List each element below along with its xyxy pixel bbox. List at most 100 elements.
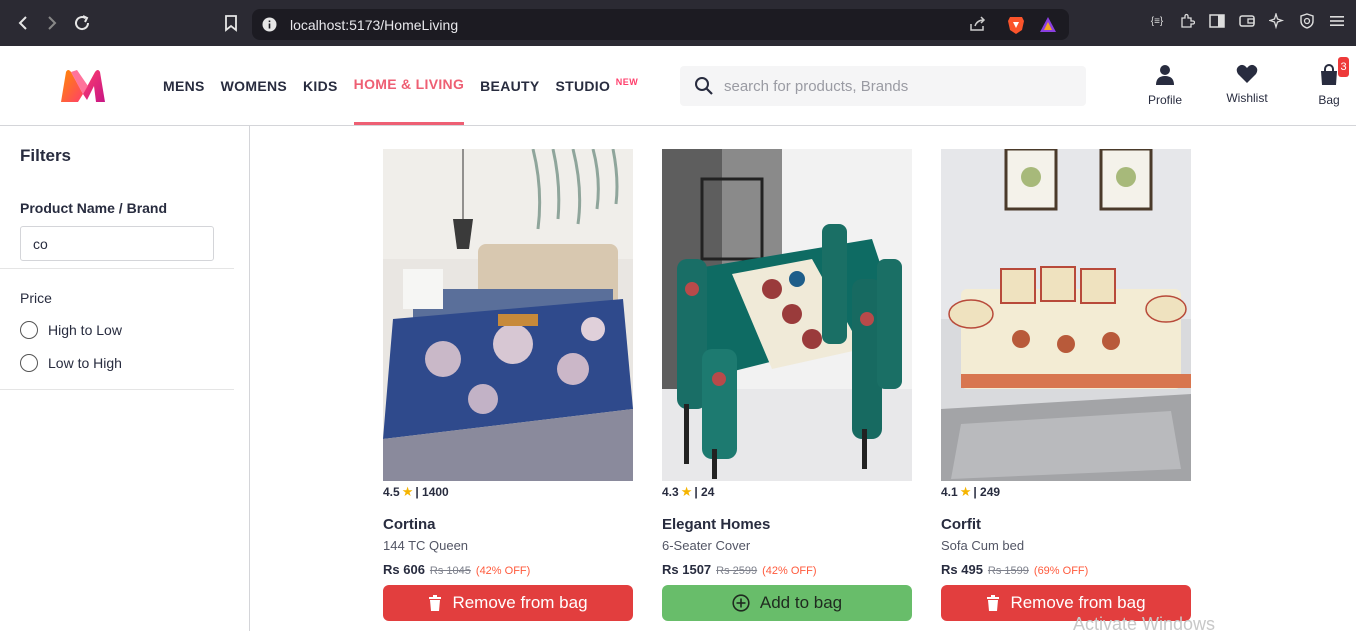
new-badge: NEW xyxy=(615,77,639,87)
current-price: Rs 1507 xyxy=(662,562,712,577)
nav-beauty-label: BEAUTY xyxy=(480,77,540,94)
product-image[interactable] xyxy=(941,149,1191,481)
price-high-to-low-option[interactable]: High to Low xyxy=(20,321,122,339)
back-icon[interactable] xyxy=(8,8,38,38)
nav-mens[interactable]: MENS xyxy=(163,46,205,125)
product-description: Sofa Cum bed xyxy=(941,538,1025,553)
original-price: Rs 1045 xyxy=(429,565,471,577)
forward-icon[interactable] xyxy=(37,8,67,38)
url-text: localhost:5173/HomeLiving xyxy=(290,16,459,33)
filters-title: Filters xyxy=(20,146,72,165)
add-to-bag-button[interactable]: Add to bag xyxy=(662,585,912,621)
nav-mens-label: MENS xyxy=(163,77,205,94)
search-icon[interactable] xyxy=(694,76,714,96)
bag-button[interactable]: 3 Bag xyxy=(1288,57,1356,107)
bag-count-badge: 3 xyxy=(1338,57,1349,77)
product-image[interactable] xyxy=(383,149,633,481)
product-price: Rs 1507 Rs 2599 (42% OFF) xyxy=(662,562,912,577)
nav-womens-label: WOMENS xyxy=(220,77,288,94)
product-description: 6-Seater Cover xyxy=(662,538,751,553)
star-icon: ★ xyxy=(401,484,414,499)
search-bar xyxy=(680,66,1086,106)
button-label: Remove from bag xyxy=(1010,593,1146,612)
product-card[interactable]: 4.1 ★ | 249 Corfit Sofa Cum bed Rs 495 R… xyxy=(941,149,1191,621)
address-bar[interactable]: localhost:5173/HomeLiving xyxy=(252,9,1069,40)
nav-home-living[interactable]: HOME & LIVING xyxy=(353,46,465,125)
bag-label: Bag xyxy=(1318,93,1340,107)
product-card[interactable]: 4.5 ★ | 1400 Cortina 144 TC Queen Rs 606… xyxy=(383,149,633,621)
rating-value: 4.1 xyxy=(941,485,958,499)
share-icon[interactable] xyxy=(969,16,987,37)
product-price: Rs 495 Rs 1599 (69% OFF) xyxy=(941,562,1191,577)
wishlist-button[interactable]: Wishlist xyxy=(1206,64,1288,107)
button-label: Add to bag xyxy=(759,593,843,612)
windows-watermark: Activate Windows xyxy=(1073,614,1216,634)
extensions-icon[interactable] xyxy=(1178,12,1196,30)
price-option-label: High to Low xyxy=(48,322,122,338)
wishlist-label: Wishlist xyxy=(1226,91,1268,105)
bookmark-icon[interactable] xyxy=(216,8,246,38)
leo-ai-icon[interactable] xyxy=(1268,12,1286,30)
product-description: 144 TC Queen xyxy=(383,538,469,553)
profile-button[interactable]: Profile xyxy=(1124,64,1206,107)
profile-label: Profile xyxy=(1147,93,1182,107)
remove-from-bag-button[interactable]: Remove from bag xyxy=(383,585,633,621)
vpn-icon[interactable] xyxy=(1298,12,1316,30)
current-price: Rs 606 xyxy=(383,562,425,577)
rating-count: | 24 xyxy=(694,485,715,499)
reload-icon[interactable] xyxy=(67,8,97,38)
rating: 4.3 ★ | 24 xyxy=(662,484,912,499)
extension-bar: {≡} xyxy=(1148,12,1346,30)
plus-circle-icon xyxy=(732,594,750,612)
filters-sidebar: Filters Product Name / Brand Price High … xyxy=(0,126,250,631)
rating: 4.1 ★ | 249 xyxy=(941,484,1191,499)
rating-count: | 1400 xyxy=(415,485,449,499)
radio-button[interactable] xyxy=(20,321,38,339)
price-low-to-high-option[interactable]: Low to High xyxy=(20,354,122,372)
nav-womens[interactable]: WOMENS xyxy=(221,46,287,125)
rating-count: | 249 xyxy=(973,485,1001,499)
search-input[interactable] xyxy=(724,77,1064,95)
original-price: Rs 1599 xyxy=(987,565,1029,577)
product-name-label: Product Name / Brand xyxy=(20,200,168,216)
sidebar-icon[interactable] xyxy=(1208,12,1226,30)
product-brand: Elegant Homes xyxy=(662,516,771,533)
nav-beauty[interactable]: BEAUTY xyxy=(480,46,539,125)
menu-icon[interactable] xyxy=(1328,12,1346,30)
trash-icon xyxy=(986,595,1000,611)
divider xyxy=(0,389,234,390)
json-viewer-icon[interactable]: {≡} xyxy=(1148,12,1166,30)
divider xyxy=(0,268,234,269)
original-price: Rs 2599 xyxy=(716,565,758,577)
nav-kids-label: KIDS xyxy=(303,77,338,94)
discount: (42% OFF) xyxy=(475,565,531,577)
brave-rewards-icon[interactable] xyxy=(1039,16,1057,38)
product-price: Rs 606 Rs 1045 (42% OFF) xyxy=(383,562,633,577)
info-icon[interactable] xyxy=(262,17,277,37)
nav-kids[interactable]: KIDS xyxy=(303,46,338,125)
rating-value: 4.5 xyxy=(383,485,400,499)
heart-icon xyxy=(1236,64,1258,87)
site-header: MENS WOMENS KIDS HOME & LIVING BEAUTY ST… xyxy=(0,46,1356,126)
rating-value: 4.3 xyxy=(662,485,679,499)
profile-icon xyxy=(1155,64,1175,89)
browser-toolbar: localhost:5173/HomeLiving {≡} xyxy=(0,0,1356,46)
product-card[interactable]: 4.3 ★ | 24 Elegant Homes 6-Seater Cover … xyxy=(662,149,912,621)
myntra-logo[interactable] xyxy=(58,68,108,104)
radio-button[interactable] xyxy=(20,354,38,372)
price-label: Price xyxy=(20,290,52,306)
product-name-input[interactable] xyxy=(20,226,214,261)
bag-icon xyxy=(1319,64,1339,89)
nav-home-living-label: HOME & LIVING xyxy=(353,76,465,92)
discount: (42% OFF) xyxy=(762,565,817,577)
wallet-icon[interactable] xyxy=(1238,12,1256,30)
header-actions: Profile Wishlist 3 Bag xyxy=(1124,57,1356,107)
star-icon: ★ xyxy=(959,484,972,499)
button-label: Remove from bag xyxy=(452,593,588,612)
star-icon: ★ xyxy=(680,484,693,499)
product-image[interactable] xyxy=(662,149,912,481)
nav-studio-label: STUDIO xyxy=(555,77,611,94)
brave-shield-icon[interactable] xyxy=(1007,15,1025,40)
product-brand: Cortina xyxy=(383,516,436,533)
nav-studio[interactable]: STUDIO NEW xyxy=(555,46,638,125)
